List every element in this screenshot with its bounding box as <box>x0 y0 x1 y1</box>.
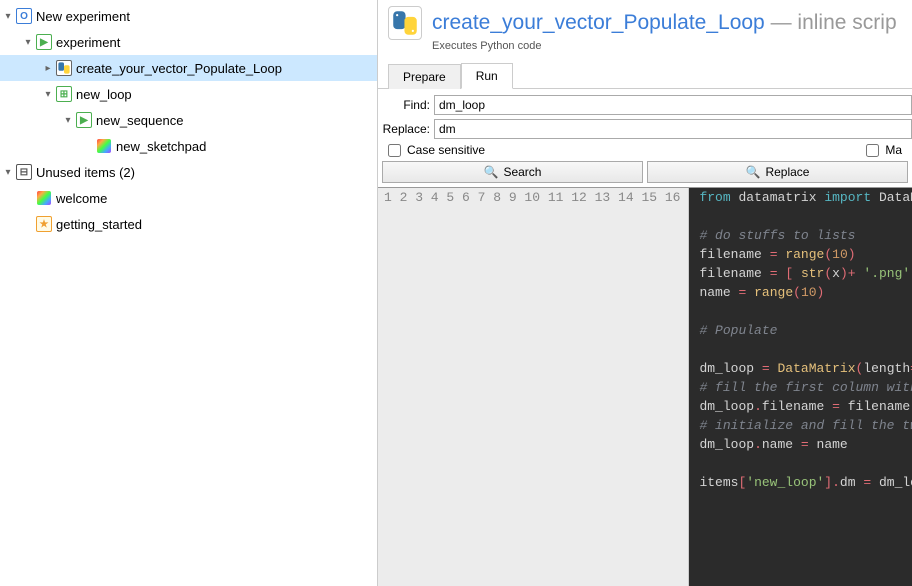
sketchpad-icon <box>96 138 112 154</box>
welcome-icon <box>36 190 52 206</box>
tree-unused-header[interactable]: ▾ ⊟ Unused items (2) <box>0 159 377 185</box>
tree-item-sketchpad[interactable]: new_sketchpad <box>0 133 377 159</box>
case-sensitive-label: Case sensitive <box>407 143 485 157</box>
line-gutter: 1 2 3 4 5 6 7 8 9 10 11 12 13 14 15 16 <box>378 188 689 586</box>
chevron-right-icon[interactable]: ▸ <box>40 60 56 76</box>
tree-label: New experiment <box>36 9 130 24</box>
find-label: Find: <box>378 98 434 112</box>
python-icon <box>388 6 422 40</box>
tree-item-welcome[interactable]: welcome <box>0 185 377 211</box>
tree-sidebar[interactable]: ▾ O New experiment ▾ ▶ experiment ▸ crea… <box>0 0 378 586</box>
tree-item-sequence[interactable]: ▾ ▶ new_sequence <box>0 107 377 133</box>
tree-item-inline-script[interactable]: ▸ create_your_vector_Populate_Loop <box>0 55 377 81</box>
find-input[interactable] <box>434 95 912 115</box>
tree-item-getting-started[interactable]: ★ getting_started <box>0 211 377 237</box>
replace-button[interactable]: 🔍 Replace <box>647 161 908 183</box>
tree-label: welcome <box>56 191 107 206</box>
match-checkbox[interactable] <box>866 144 879 157</box>
chevron-down-icon[interactable]: ▾ <box>20 34 36 50</box>
tree-label: new_loop <box>76 87 132 102</box>
tree-label: Unused items (2) <box>36 165 135 180</box>
tree-item-loop[interactable]: ▾ ⊞ new_loop <box>0 81 377 107</box>
opensesame-icon: O <box>16 8 32 24</box>
getting-started-icon: ★ <box>36 216 52 232</box>
search-icon: 🔍 <box>746 165 761 179</box>
main-pane: create_your_vector_Populate_Loop — inlin… <box>378 0 912 586</box>
tree-label: experiment <box>56 35 120 50</box>
chevron-down-icon[interactable]: ▾ <box>40 86 56 102</box>
tree-label: getting_started <box>56 217 142 232</box>
chevron-down-icon[interactable]: ▾ <box>0 164 16 180</box>
item-title: create_your_vector_Populate_Loop — inlin… <box>432 11 897 35</box>
loop-icon: ⊞ <box>56 86 72 102</box>
code-area[interactable]: from datamatrix import DataMatrix # do s… <box>689 188 912 586</box>
script-tabs: Prepare Run <box>378 62 912 88</box>
python-icon <box>56 60 72 76</box>
tree-label: create_your_vector_Populate_Loop <box>76 61 282 76</box>
tree-root-experiment[interactable]: ▾ O New experiment <box>0 3 377 29</box>
chevron-down-icon[interactable]: ▾ <box>0 8 16 24</box>
tree-item-experiment[interactable]: ▾ ▶ experiment <box>0 29 377 55</box>
tree-label: new_sketchpad <box>116 139 206 154</box>
chevron-down-icon[interactable]: ▾ <box>60 112 76 128</box>
item-description: Executes Python code <box>378 40 912 62</box>
search-button[interactable]: 🔍 Search <box>382 161 643 183</box>
sequence-icon: ▶ <box>76 112 92 128</box>
replace-label: Replace: <box>378 122 434 136</box>
sequence-icon: ▶ <box>36 34 52 50</box>
tab-run[interactable]: Run <box>461 63 513 89</box>
item-header: create_your_vector_Populate_Loop — inlin… <box>378 0 912 40</box>
case-sensitive-checkbox[interactable] <box>388 144 401 157</box>
replace-input[interactable] <box>434 119 912 139</box>
tab-prepare[interactable]: Prepare <box>388 64 461 89</box>
match-label: Ma <box>885 143 902 157</box>
tree-label: new_sequence <box>96 113 183 128</box>
find-replace-panel: Find: Replace: Case sensitive Ma 🔍 Searc… <box>378 88 912 187</box>
code-editor[interactable]: 1 2 3 4 5 6 7 8 9 10 11 12 13 14 15 16 f… <box>378 187 912 586</box>
search-icon: 🔍 <box>484 165 499 179</box>
unused-icon: ⊟ <box>16 164 32 180</box>
